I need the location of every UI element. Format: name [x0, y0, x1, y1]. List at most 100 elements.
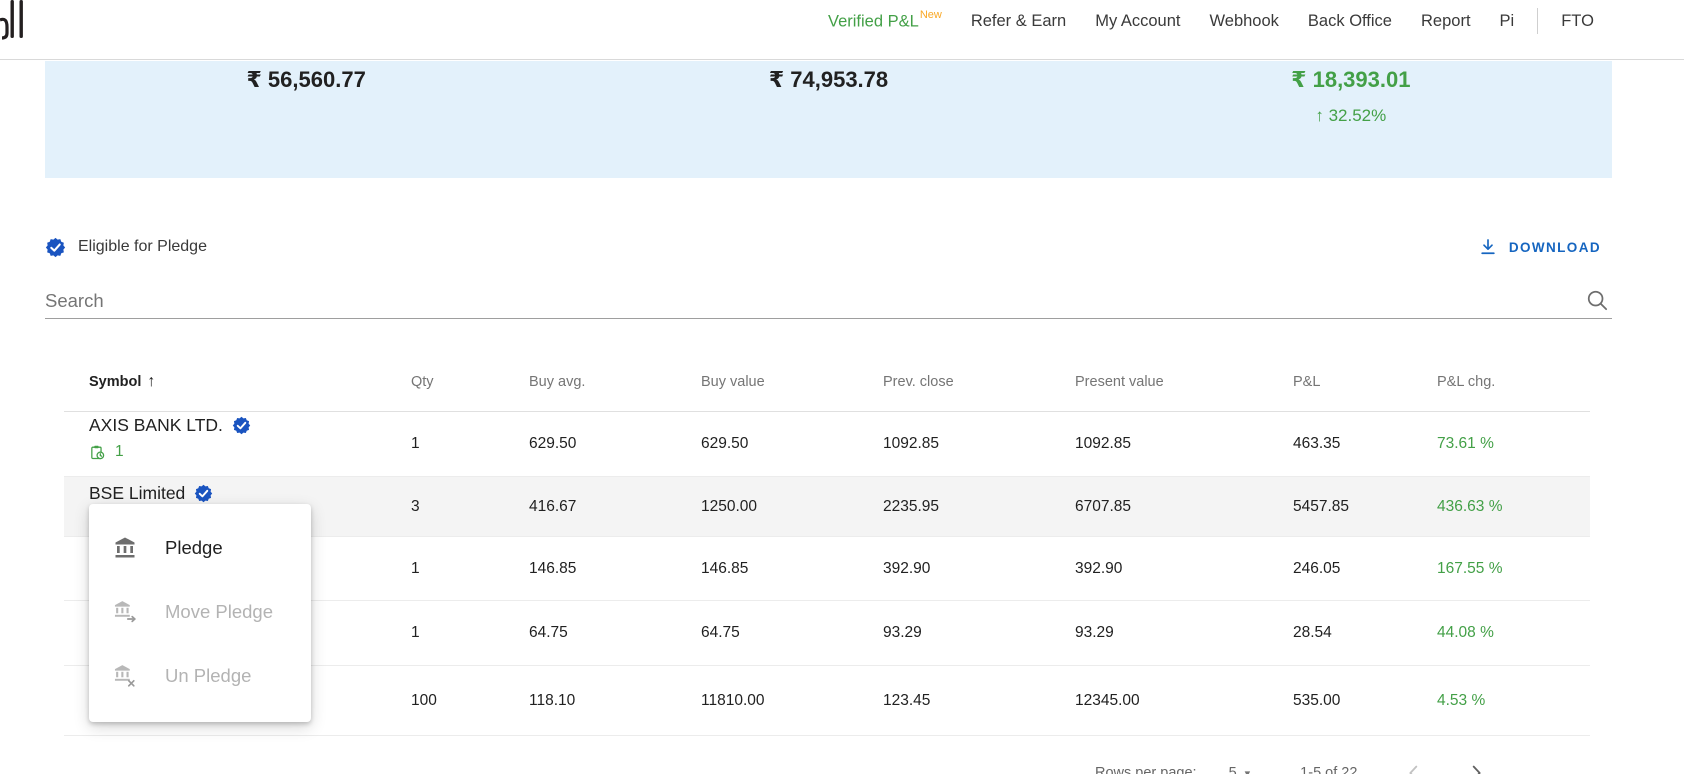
- column-header-pnl-chg[interactable]: P&L chg.: [1437, 374, 1590, 390]
- pledge-clock-icon: [91, 445, 105, 459]
- buy-avg-cell: 64.75: [529, 624, 568, 641]
- pnl-chg-cell: 4.53 %: [1437, 691, 1486, 709]
- qty-cell: 100: [411, 691, 437, 709]
- prev-close-cell: 123.45: [883, 691, 931, 709]
- rows-per-page-select[interactable]: 5: [1229, 765, 1237, 774]
- chevron-right-icon: [1473, 765, 1482, 774]
- previous-page-button[interactable]: [1403, 762, 1425, 774]
- eligible-for-pledge-legend: Eligible for Pledge: [45, 232, 207, 262]
- search-input[interactable]: [45, 283, 1545, 318]
- symbol-name: BSE Limited: [89, 483, 186, 503]
- nav-my-account[interactable]: My Account: [1095, 12, 1180, 31]
- nav-verified-pnl[interactable]: Verified P&LNew: [828, 8, 942, 32]
- menu-item-label: Move Pledge: [165, 601, 273, 622]
- nav-divider: [1537, 8, 1539, 34]
- nav-report[interactable]: Report: [1421, 12, 1471, 31]
- pnl-chg-cell: 167.55 %: [1437, 559, 1503, 577]
- nav-refer-earn[interactable]: Refer & Earn: [971, 12, 1066, 31]
- qty-cell: 1: [411, 559, 420, 577]
- pnl-change: ↑ 32.52%: [1090, 106, 1612, 126]
- nav-fto[interactable]: FTO: [1561, 12, 1594, 31]
- nav-pi[interactable]: Pi: [1500, 12, 1515, 31]
- symbol-cell: BSE Limited: [89, 477, 411, 504]
- pnl-cell: 246.05: [1293, 559, 1341, 577]
- investment-value: ₹ 56,560.77: [246, 67, 366, 92]
- new-badge: New: [919, 8, 942, 21]
- nav-webhook[interactable]: Webhook: [1210, 12, 1279, 31]
- column-header-qty[interactable]: Qty: [411, 374, 529, 390]
- menu-item-label: Un Pledge: [165, 665, 252, 686]
- table-pagination: Rows per page: 5 ▾ 1-5 of 22: [1095, 762, 1487, 774]
- bank-icon: [115, 537, 135, 558]
- prev-close-cell: 1092.85: [883, 435, 940, 452]
- chevron-left-icon: [1409, 765, 1418, 774]
- menu-item-label: Pledge: [165, 537, 223, 558]
- sort-ascending-icon: ↑: [147, 372, 156, 390]
- present-value-cell: 392.90: [1075, 559, 1123, 577]
- qty-cell: 1: [411, 624, 420, 641]
- column-header-present-value[interactable]: Present value: [1075, 374, 1293, 390]
- buy-value-cell: 146.85: [701, 559, 749, 577]
- main-nav: Verified P&LNew Refer & Earn My Account …: [828, 8, 1594, 34]
- column-header-prev-close[interactable]: Prev. close: [883, 374, 1075, 390]
- menu-item-move-pledge[interactable]: Move Pledge: [89, 580, 311, 644]
- current-value: ₹ 74,953.78: [768, 67, 889, 92]
- pnl-chg-cell: 436.63 %: [1437, 497, 1503, 515]
- verified-badge-icon: [45, 237, 66, 257]
- pnl-cell: 28.54: [1293, 624, 1332, 641]
- pledge-context-menu: Pledge Move Pledge Un Pledge: [89, 504, 311, 722]
- next-page-button[interactable]: [1465, 762, 1487, 774]
- summary-investment: ₹ 56,560.77: [45, 61, 567, 178]
- column-header-symbol[interactable]: Symbol ↑: [89, 373, 411, 391]
- verified-badge-icon: [195, 484, 213, 503]
- nav-verified-pnl-label: Verified P&L: [828, 12, 919, 31]
- menu-item-pledge[interactable]: Pledge: [89, 516, 311, 580]
- pnl-change-pct: 32.52%: [1328, 106, 1387, 125]
- portfolio-summary-panel: ₹ 56,560.77 ₹ 74,953.78 ₹ 18,393.01 ↑ 32…: [45, 61, 1612, 178]
- menu-item-un-pledge[interactable]: Un Pledge: [89, 644, 311, 708]
- pnl-chg-cell: 44.08 %: [1437, 624, 1494, 641]
- prev-close-cell: 93.29: [883, 624, 922, 641]
- prev-close-cell: 2235.95: [883, 497, 940, 515]
- pnl-cell: 463.35: [1293, 435, 1341, 452]
- rows-per-page-label: Rows per page:: [1095, 765, 1197, 774]
- buy-avg-cell: 118.10: [529, 691, 576, 709]
- symbol-header-label: Symbol: [89, 373, 142, 390]
- qty-cell: 1: [411, 435, 420, 452]
- symbol-name: AXIS BANK LTD.: [89, 415, 223, 435]
- pnl-value: ₹ 18,393.01: [1291, 67, 1411, 92]
- present-value-cell: 93.29: [1075, 624, 1114, 641]
- present-value-cell: 6707.85: [1075, 497, 1132, 515]
- nav-back-office[interactable]: Back Office: [1308, 12, 1392, 31]
- top-navigation-bar: Verified P&LNew Refer & Earn My Account …: [0, 0, 1684, 60]
- column-header-buy-avg[interactable]: Buy avg.: [529, 374, 701, 390]
- table-row[interactable]: AXIS BANK LTD. 1 1 629.50 629.50 1092.85: [64, 412, 1590, 477]
- bank-remove-icon: [114, 665, 135, 687]
- buy-value-cell: 64.75: [701, 624, 740, 641]
- buy-value-cell: 11810.00: [701, 691, 765, 709]
- holdings-page: Verified P&LNew Refer & Earn My Account …: [0, 0, 1684, 774]
- buy-value-cell: 629.50: [701, 435, 749, 452]
- page-range-label: 1-5 of 22: [1300, 765, 1358, 774]
- table-header-row: Symbol ↑ Qty Buy avg. Buy value Prev. clo…: [64, 352, 1590, 412]
- caret-down-icon[interactable]: ▾: [1245, 767, 1251, 774]
- buy-avg-cell: 146.85: [529, 559, 577, 577]
- download-button[interactable]: DOWNLOAD: [1478, 233, 1601, 261]
- brand-logo[interactable]: [0, 0, 30, 42]
- symbol-cell: AXIS BANK LTD. 1: [89, 412, 411, 461]
- column-header-buy-value[interactable]: Buy value: [701, 374, 883, 390]
- bank-move-icon: [114, 601, 136, 623]
- present-value-cell: 1092.85: [1075, 435, 1132, 452]
- summary-pnl: ₹ 18,393.01 ↑ 32.52%: [1090, 61, 1612, 178]
- eligible-for-pledge-label: Eligible for Pledge: [78, 238, 207, 255]
- qty-cell: 3: [411, 497, 420, 515]
- pnl-chg-cell: 73.61 %: [1437, 435, 1494, 452]
- search-icon[interactable]: [1585, 288, 1610, 313]
- pnl-cell: 5457.85: [1293, 497, 1350, 515]
- present-value-cell: 12345.00: [1075, 691, 1140, 709]
- buy-value-cell: 1250.00: [701, 497, 758, 515]
- buy-avg-cell: 629.50: [529, 435, 577, 452]
- download-icon: [1481, 239, 1495, 255]
- buy-avg-cell: 416.67: [529, 497, 577, 515]
- column-header-pnl[interactable]: P&L: [1293, 374, 1437, 390]
